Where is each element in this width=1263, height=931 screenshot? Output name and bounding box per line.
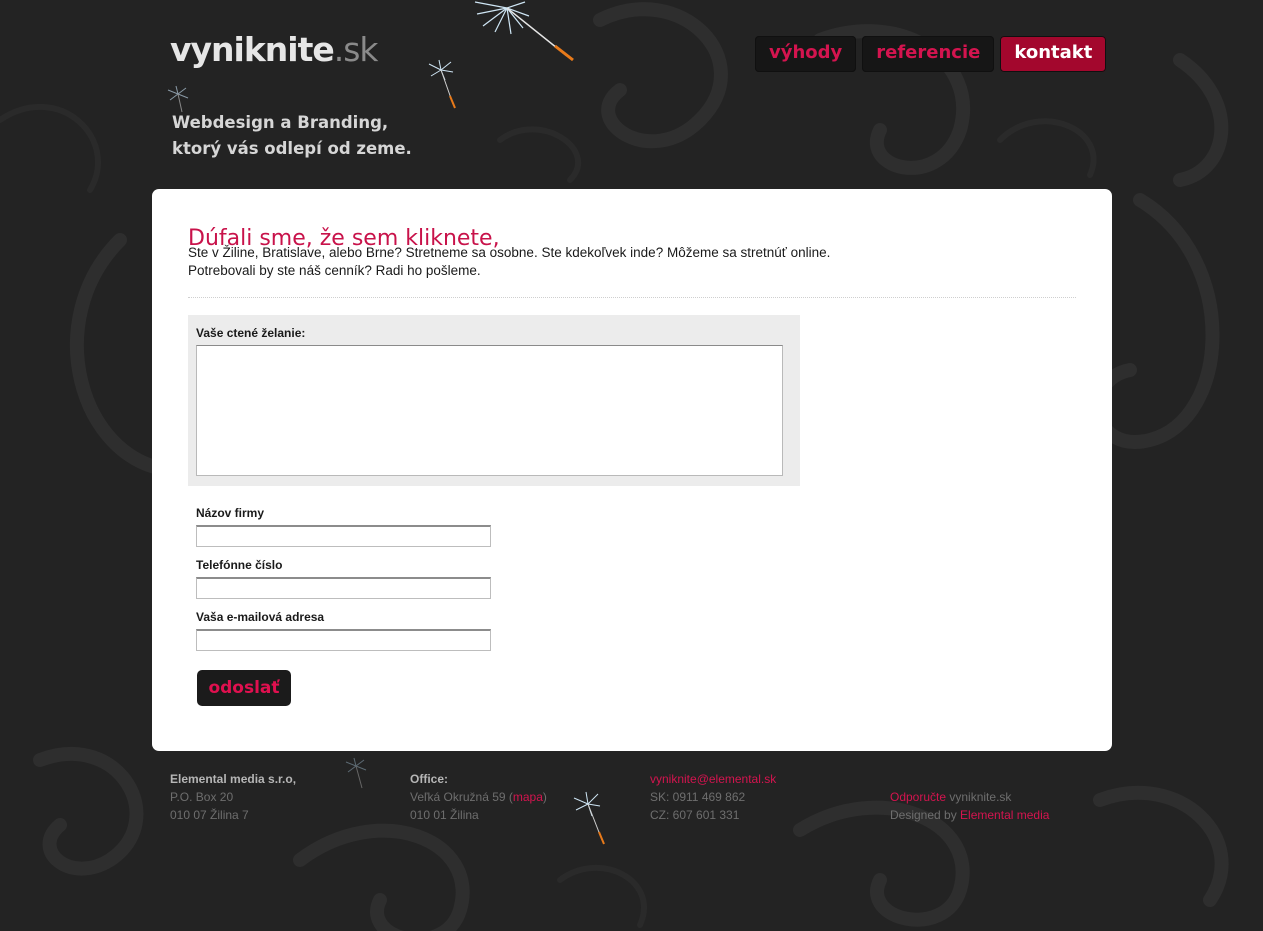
footer-company-title: Elemental media s.r.o, (170, 772, 297, 786)
designer-link[interactable]: Elemental media (960, 808, 1049, 822)
footer-company: Elemental media s.r.o, P.O. Box 20 010 0… (170, 770, 296, 824)
phone-label: Telefónne číslo (196, 558, 283, 572)
phone-input[interactable] (196, 577, 491, 599)
footer-company-line-2: 010 07 Žilina 7 (170, 808, 249, 822)
nav-vyhody[interactable]: výhody (755, 36, 857, 72)
footer-contact: vyniknite@elemental.sk SK: 0911 469 862 … (650, 770, 776, 824)
tagline: Webdesign a Branding, ktorý vás odlepí o… (172, 110, 412, 162)
intro-line-2: Potrebovali by ste náš cenník? Radi ho p… (188, 263, 481, 278)
recommend-text: vyniknite.sk (946, 790, 1012, 804)
footer-phone-sk: SK: 0911 469 862 (650, 790, 746, 804)
site-logo[interactable]: vyniknite.sk (170, 30, 379, 69)
intro-text: Ste v Žiline, Bratislave, alebo Brne? St… (188, 244, 830, 280)
footer-credits: Odporučte vyniknite.sk Designed by Eleme… (890, 788, 1049, 824)
dandelion-seed-icon (474, 1, 574, 62)
logo-name: vyniknite (170, 30, 335, 69)
dandelion-seed-icon (428, 59, 456, 109)
company-input[interactable] (196, 525, 491, 547)
email-input[interactable] (196, 629, 491, 651)
footer-office-street: Veľká Okružná 59 ( (410, 790, 513, 804)
wish-label: Vaše ctené želanie: (196, 326, 306, 340)
tagline-line-2: ktorý vás odlepí od zeme. (172, 139, 412, 158)
company-label: Názov firmy (196, 506, 265, 520)
dandelion-seed-icon (573, 791, 605, 845)
wish-textarea[interactable] (196, 345, 783, 476)
footer-office-title: Office: (410, 772, 449, 786)
email-label: Vaša e-mailová adresa (196, 610, 325, 624)
footer-office: Office: Veľká Okružná 59 (mapa) 010 01 Ž… (410, 770, 547, 824)
footer-office-city: 010 01 Žilina (410, 808, 479, 822)
map-link[interactable]: mapa (513, 790, 543, 804)
footer-office-street-line: Veľká Okružná 59 (mapa) (410, 788, 547, 806)
footer-company-line-1: P.O. Box 20 (170, 790, 234, 804)
intro-line-1: Ste v Žiline, Bratislave, alebo Brne? St… (188, 245, 831, 260)
divider (188, 297, 1076, 298)
recommend-link[interactable]: Odporučte (890, 790, 946, 804)
designed-by-text: Designed by (890, 808, 961, 822)
footer-office-street-end: ) (542, 790, 547, 804)
nav-kontakt[interactable]: kontakt (1000, 36, 1107, 72)
footer-phone-cz: CZ: 607 601 331 (650, 808, 740, 822)
email-link[interactable]: vyniknite@elemental.sk (650, 772, 776, 786)
tagline-line-1: Webdesign a Branding, (172, 113, 389, 132)
logo-tld: .sk (333, 30, 379, 69)
main-nav: výhody referencie kontakt (755, 36, 1107, 72)
content-panel: Dúfali sme, že sem kliknete, Ste v Žilin… (152, 189, 1112, 751)
submit-button[interactable]: odoslať (197, 670, 291, 706)
nav-referencie[interactable]: referencie (862, 36, 995, 72)
wish-box: Vaše ctené želanie: (188, 315, 800, 486)
dandelion-seed-icon (345, 757, 367, 789)
